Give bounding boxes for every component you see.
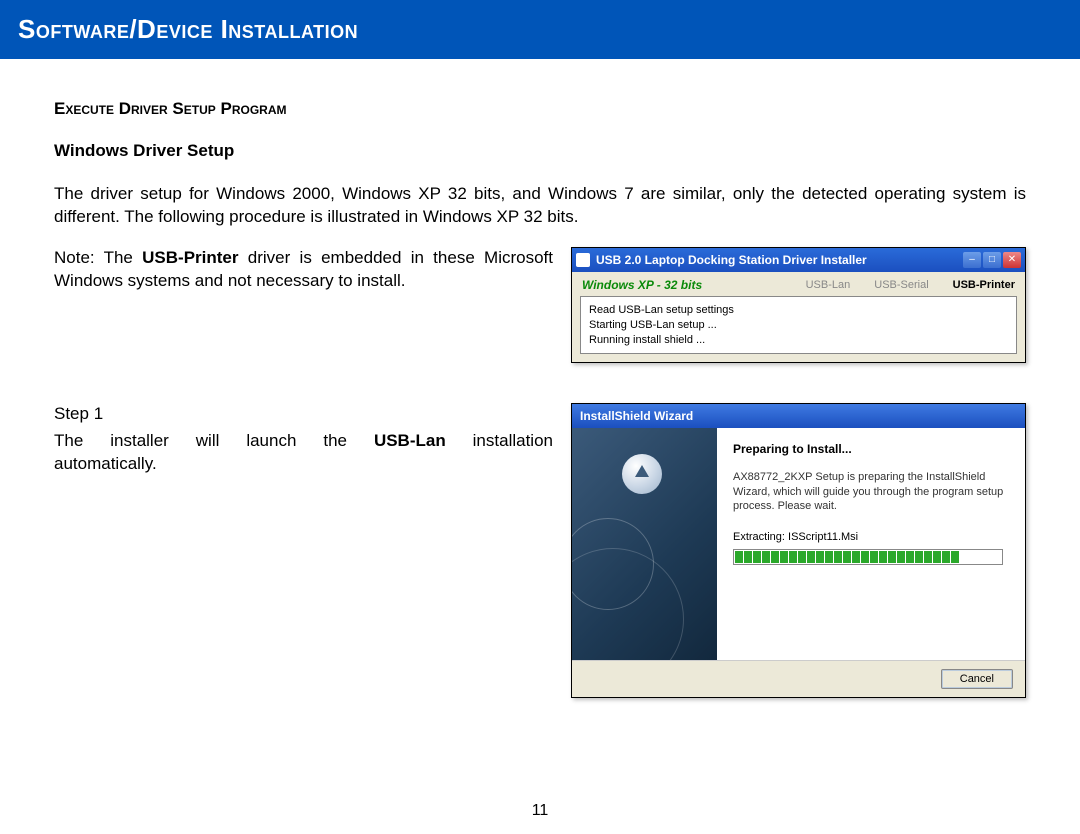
tab-usb-printer: USB-Printer — [953, 279, 1015, 291]
w: will — [196, 431, 220, 450]
tab-usb-serial: USB-Serial — [874, 279, 928, 291]
page-header: Software/Device Installation — [0, 0, 1080, 59]
dialog1-titlebar: USB 2.0 Laptop Docking Station Driver In… — [572, 248, 1025, 272]
dialog2-title: InstallShield Wizard — [580, 409, 693, 423]
progress-segment — [870, 551, 878, 563]
w: installer — [110, 431, 169, 450]
dialog2-body: Preparing to Install... AX88772_2KXP Set… — [572, 428, 1025, 660]
w: The — [54, 431, 83, 450]
progress-segment — [942, 551, 950, 563]
progress-segment — [762, 551, 770, 563]
step-row: Step 1 The installer will launch the USB… — [54, 403, 1026, 698]
progress-segment — [789, 551, 797, 563]
w: the — [323, 431, 347, 450]
installer-dialog: USB 2.0 Laptop Docking Station Driver In… — [571, 247, 1026, 364]
progress-segment — [744, 551, 752, 563]
progress-segment — [888, 551, 896, 563]
close-icon[interactable]: ✕ — [1003, 252, 1021, 268]
progress-segment — [861, 551, 869, 563]
step-label: Step 1 — [54, 403, 553, 426]
note-bold: USB-Printer — [142, 248, 238, 267]
page-number: 11 — [0, 802, 1080, 820]
tab-usb-lan: USB-Lan — [806, 279, 851, 291]
content-area: Execute Driver Setup Program Windows Dri… — [0, 59, 1080, 698]
progress-segment — [807, 551, 815, 563]
dialog1-subbar: Windows XP - 32 bits USB-Lan USB-Serial … — [572, 272, 1025, 296]
log-line: Running install shield ... — [589, 333, 1008, 348]
wizard-heading: Preparing to Install... — [733, 442, 1009, 456]
installshield-logo-icon — [622, 454, 662, 494]
dialog2-titlebar: InstallShield Wizard — [572, 404, 1025, 428]
note-row: Note: The USB-Printer driver is embedded… — [54, 247, 1026, 364]
progress-segment — [798, 551, 806, 563]
note-text: Note: The USB-Printer driver is embedded… — [54, 247, 553, 293]
log-line: Read USB-Lan setup settings — [589, 303, 1008, 318]
dialog2-footer: Cancel — [572, 660, 1025, 697]
window-controls: – □ ✕ — [963, 252, 1021, 268]
wizard-description: AX88772_2KXP Setup is preparing the Inst… — [733, 470, 1009, 513]
note-pre: Note: The — [54, 248, 142, 267]
progress-segment — [906, 551, 914, 563]
intro-paragraph: The driver setup for Windows 2000, Windo… — [54, 183, 1026, 229]
w-bold: USB-Lan — [374, 431, 446, 450]
app-icon — [576, 253, 590, 267]
step-sentence-line2: automatically. — [54, 453, 553, 476]
progress-segment — [780, 551, 788, 563]
cancel-button[interactable]: Cancel — [941, 669, 1013, 689]
progress-segment — [843, 551, 851, 563]
section-heading: Execute Driver Setup Program — [54, 99, 1026, 119]
dialog1-title: USB 2.0 Laptop Docking Station Driver In… — [596, 253, 957, 267]
os-label: Windows XP - 32 bits — [582, 278, 782, 292]
progress-segment — [753, 551, 761, 563]
step-sentence-line1: The installer will launch the USB-Lan in… — [54, 430, 553, 453]
wizard-main: Preparing to Install... AX88772_2KXP Set… — [717, 428, 1025, 660]
progress-segment — [897, 551, 905, 563]
page-title: Software/Device Installation — [18, 14, 358, 44]
maximize-icon[interactable]: □ — [983, 252, 1001, 268]
progress-segment — [915, 551, 923, 563]
subsection-heading: Windows Driver Setup — [54, 141, 1026, 161]
progress-segment — [951, 551, 959, 563]
progress-segment — [879, 551, 887, 563]
progress-segment — [852, 551, 860, 563]
progress-bar — [733, 549, 1003, 565]
w: launch — [246, 431, 296, 450]
log-line: Starting USB-Lan setup ... — [589, 318, 1008, 333]
progress-segment — [825, 551, 833, 563]
extract-label: Extracting: ISScript11.Msi — [733, 531, 1009, 543]
progress-segment — [834, 551, 842, 563]
progress-segment — [771, 551, 779, 563]
progress-segment — [933, 551, 941, 563]
wizard-sidebar — [572, 428, 717, 660]
progress-segment — [924, 551, 932, 563]
installshield-dialog: InstallShield Wizard Preparing to Instal… — [571, 403, 1026, 698]
progress-segment — [816, 551, 824, 563]
minimize-icon[interactable]: – — [963, 252, 981, 268]
step-text: Step 1 The installer will launch the USB… — [54, 403, 553, 476]
dialog1-log: Read USB-Lan setup settings Starting USB… — [580, 296, 1017, 355]
progress-segment — [735, 551, 743, 563]
w: installation — [473, 431, 553, 450]
